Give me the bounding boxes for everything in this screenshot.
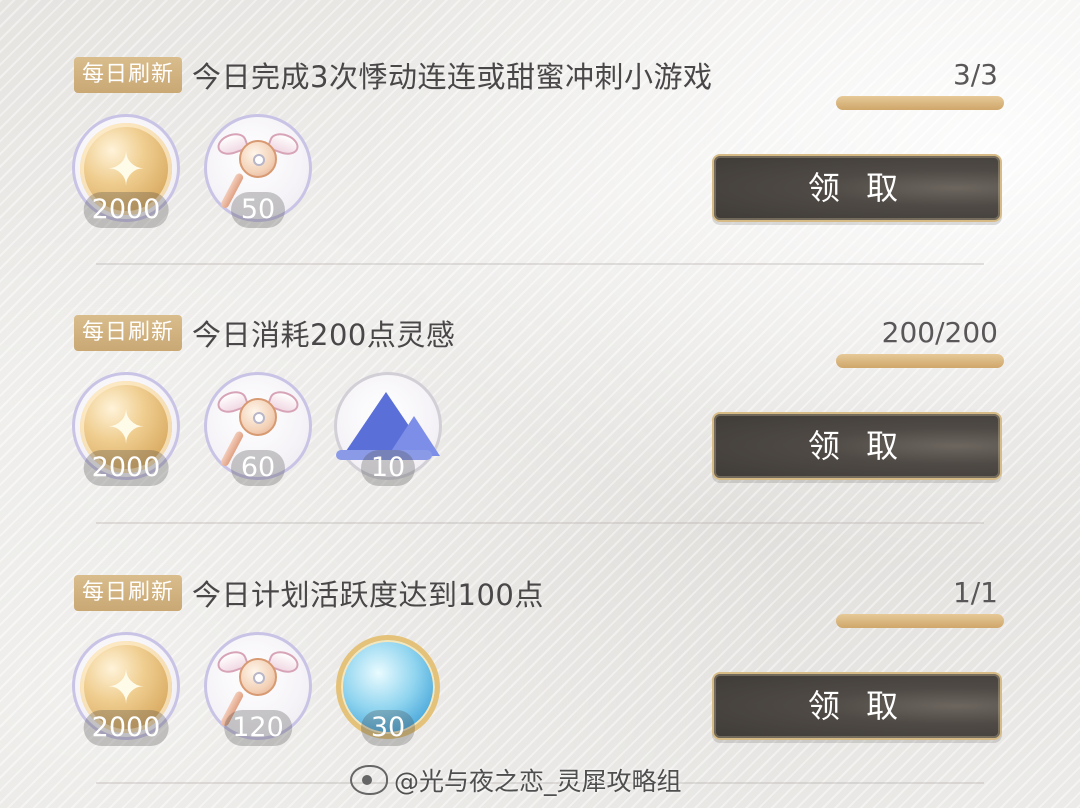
- task-1: 每日刷新 今日完成3次悸动连连或甜蜜冲刺小游戏 3/3 ✦ 2000 50 领 …: [0, 54, 1080, 314]
- reward-list: ✦ 2000 50: [72, 114, 472, 228]
- task-header: 每日刷新 今日计划活跃度达到100点: [74, 572, 544, 614]
- reward-item[interactable]: ✦ 2000: [72, 632, 180, 746]
- reward-item[interactable]: ✦ 2000: [72, 372, 180, 486]
- task-header: 每日刷新 今日完成3次悸动连连或甜蜜冲刺小游戏: [74, 54, 712, 96]
- divider: [96, 263, 984, 265]
- reward-item[interactable]: 50: [204, 114, 312, 228]
- reward-item[interactable]: 60: [204, 372, 312, 486]
- task-title: 今日计划活跃度达到100点: [192, 578, 544, 612]
- progress-text: 1/1: [952, 576, 998, 609]
- divider: [96, 522, 984, 524]
- claim-button[interactable]: 领 取: [712, 412, 1002, 480]
- progress-text: 3/3: [952, 58, 998, 91]
- reward-item[interactable]: 30: [334, 632, 442, 746]
- claim-button[interactable]: 领 取: [712, 154, 1002, 222]
- reward-count: 2000: [83, 710, 169, 746]
- watermark: @光与夜之恋_灵犀攻略组: [350, 762, 682, 798]
- reward-item[interactable]: 10: [334, 372, 442, 486]
- weibo-icon: [350, 765, 388, 795]
- reward-list: ✦ 2000 60 10: [72, 372, 472, 486]
- watermark-text: @光与夜之恋_灵犀攻略组: [394, 767, 682, 796]
- reward-list: ✦ 2000 120 30: [72, 632, 472, 746]
- reward-count: 50: [231, 192, 285, 228]
- progress-text: 200/200: [881, 316, 998, 349]
- task-header: 每日刷新 今日消耗200点灵感: [74, 312, 455, 354]
- progress-fill: [836, 96, 1004, 110]
- reward-count: 120: [224, 710, 292, 746]
- daily-refresh-tag: 每日刷新: [74, 57, 183, 93]
- progress-bar: [836, 614, 1004, 628]
- progress-fill: [836, 354, 1004, 368]
- progress-bar: [836, 354, 1004, 368]
- reward-count: 30: [361, 710, 415, 746]
- progress-bar: [836, 96, 1004, 110]
- daily-refresh-tag: 每日刷新: [74, 315, 183, 351]
- reward-item[interactable]: ✦ 2000: [72, 114, 180, 228]
- reward-count: 2000: [83, 450, 169, 486]
- task-title: 今日消耗200点灵感: [192, 318, 456, 352]
- task-title: 今日完成3次悸动连连或甜蜜冲刺小游戏: [192, 60, 713, 94]
- reward-count: 60: [231, 450, 285, 486]
- reward-count: 10: [361, 450, 415, 486]
- task-2: 每日刷新 今日消耗200点灵感 200/200 ✦ 2000 60 10 领 取: [0, 312, 1080, 572]
- daily-refresh-tag: 每日刷新: [74, 575, 183, 611]
- claim-button[interactable]: 领 取: [712, 672, 1002, 740]
- progress-fill: [836, 614, 1004, 628]
- reward-item[interactable]: 120: [204, 632, 312, 746]
- reward-count: 2000: [83, 192, 169, 228]
